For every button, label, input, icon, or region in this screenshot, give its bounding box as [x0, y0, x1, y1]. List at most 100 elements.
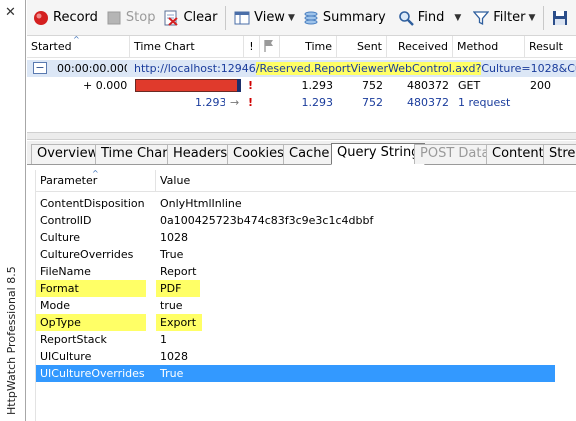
query-param-row-highlighted[interactable]: Format PDF: [36, 280, 555, 297]
save-button[interactable]: [548, 5, 576, 31]
param-name: Culture: [40, 231, 81, 244]
param-value: Report: [160, 265, 197, 278]
filter-icon: [473, 10, 490, 26]
summary-time-chart: 1.293: [195, 96, 225, 109]
request-url[interactable]: http://localhost:12946/Reserved.ReportVi…: [134, 60, 576, 77]
stop-label: Stop: [125, 10, 156, 25]
product-title: HttpWatch Professional 8.5: [5, 266, 18, 415]
param-name: Mode: [40, 299, 70, 312]
clear-button[interactable]: Clear: [159, 5, 221, 31]
param-name: UICultureOverrides: [40, 367, 145, 380]
record-label: Record: [53, 10, 98, 25]
collapse-toggle[interactable]: −: [33, 62, 47, 74]
param-name: Format: [40, 282, 79, 295]
param-name: ReportStack: [40, 333, 107, 346]
chevron-down-icon: ▼: [287, 12, 295, 23]
request-grid-header: Started ^ Time Chart ! Time Sent Received…: [27, 35, 576, 58]
col-warning[interactable]: !: [244, 36, 260, 58]
param-name: ControlID: [40, 214, 92, 227]
query-param-row[interactable]: Mode true: [36, 297, 555, 314]
sort-asc-icon: ^: [92, 169, 99, 178]
stop-button[interactable]: Stop: [102, 5, 160, 31]
col-result[interactable]: Result: [525, 36, 576, 58]
tab-content[interactable]: Content: [486, 144, 550, 164]
summary-time: 1.293: [301, 96, 334, 109]
tab-stream[interactable]: Strea: [543, 144, 576, 164]
view-icon: [234, 10, 250, 26]
param-value: Export: [160, 316, 197, 329]
col-received[interactable]: Received: [387, 36, 453, 58]
find-button[interactable]: Find: [394, 5, 449, 31]
close-icon[interactable]: ✕: [5, 6, 16, 19]
started-value: 00:00:00.000: [57, 62, 127, 75]
url-path-highlight: /Reserved.ReportViewerWebControl.axd?: [255, 62, 482, 75]
pane-splitter[interactable]: [27, 132, 576, 140]
query-param-row[interactable]: ContentDisposition OnlyHtmlInline: [36, 195, 555, 212]
param-name: ContentDisposition: [40, 197, 145, 210]
side-strip: ✕ HttpWatch Professional 8.5: [0, 0, 26, 421]
query-param-row-highlighted[interactable]: OpType Export: [36, 314, 555, 331]
result-value: 200: [530, 79, 551, 92]
tab-query-string[interactable]: Query String: [331, 143, 426, 165]
request-detail-row[interactable]: + 0.000 ! 1.293 752 480372 GET 200: [27, 77, 576, 94]
summary-label: Summary: [322, 10, 386, 25]
tab-overview[interactable]: Overview: [31, 144, 105, 164]
arrow-right-icon: →: [230, 96, 240, 109]
param-name: OpType: [40, 316, 81, 329]
query-param-row[interactable]: ReportStack 1: [36, 331, 555, 348]
query-param-row[interactable]: ControlID 0a100425723b474c83f3c9e3c1c4db…: [36, 212, 555, 229]
query-param-row[interactable]: UICulture 1028: [36, 348, 555, 365]
summary-sent: 752: [362, 96, 383, 109]
col-time-chart[interactable]: Time Chart: [130, 36, 244, 58]
vertical-title-wrap: HttpWatch Professional 8.5: [4, 255, 20, 415]
param-value: True: [160, 248, 184, 261]
request-row[interactable]: − 00:00:00.000 http://localhost:12946/Re…: [27, 60, 576, 77]
find-dropdown-icon[interactable]: ▼: [454, 13, 461, 23]
query-string-header: Parameter ^ Value: [36, 169, 576, 192]
summary-warning-icon: !: [248, 96, 254, 109]
tab-headers[interactable]: Headers: [167, 144, 234, 164]
summary-button[interactable]: Summary: [299, 5, 390, 31]
query-string-table: Parameter ^ Value ContentDisposition Only…: [35, 169, 576, 421]
stop-icon: [106, 10, 122, 26]
time-chart-bar-end: [237, 79, 241, 92]
clear-label: Clear: [183, 10, 218, 25]
query-param-row[interactable]: FileName Report: [36, 263, 555, 280]
record-button[interactable]: Record: [29, 5, 102, 31]
toolbar-separator: [225, 5, 227, 30]
sent-value: 752: [362, 79, 383, 92]
col-time[interactable]: Time: [280, 36, 337, 58]
clear-icon: [163, 10, 179, 26]
col-started[interactable]: Started ^: [27, 35, 130, 58]
url-query: Culture=1028&CultureOverrides=True: [481, 62, 576, 75]
view-dropdown[interactable]: View ▼: [230, 5, 299, 31]
tab-cache[interactable]: Cache: [283, 144, 336, 164]
summary-received: 480372: [407, 96, 449, 109]
toolbar: Record Stop Clear View ▼ Summary Find ▼ …: [27, 0, 576, 36]
time-value: 1.293: [301, 79, 334, 92]
col-parameter[interactable]: Parameter ^: [36, 169, 156, 192]
param-value: true: [160, 299, 183, 312]
method-value: GET: [458, 79, 481, 92]
summary-icon: [303, 10, 319, 26]
col-sent[interactable]: Sent: [337, 36, 387, 58]
param-value: 1: [160, 333, 167, 346]
url-host: http://localhost:12946: [134, 62, 256, 75]
summary-row: 1.293 → ! 1.293 752 480372 1 request: [27, 94, 576, 111]
param-value: OnlyHtmlInline: [160, 197, 242, 210]
col-method[interactable]: Method: [453, 36, 525, 58]
search-icon: [398, 10, 414, 26]
col-flag[interactable]: [260, 36, 280, 58]
view-label: View: [254, 10, 285, 25]
tab-cookies[interactable]: Cookies: [227, 144, 290, 164]
flag-icon: [264, 40, 273, 52]
query-param-row-selected[interactable]: UICultureOverrides True: [36, 365, 555, 382]
col-value[interactable]: Value: [156, 170, 576, 192]
filter-label: Filter: [493, 10, 526, 25]
tab-post-data[interactable]: POST Data: [414, 144, 496, 164]
filter-button[interactable]: Filter ▼: [469, 5, 539, 31]
query-param-row[interactable]: CultureOverrides True: [36, 246, 555, 263]
query-param-row[interactable]: Culture 1028: [36, 229, 555, 246]
save-icon: [552, 10, 568, 26]
record-icon: [33, 10, 49, 26]
